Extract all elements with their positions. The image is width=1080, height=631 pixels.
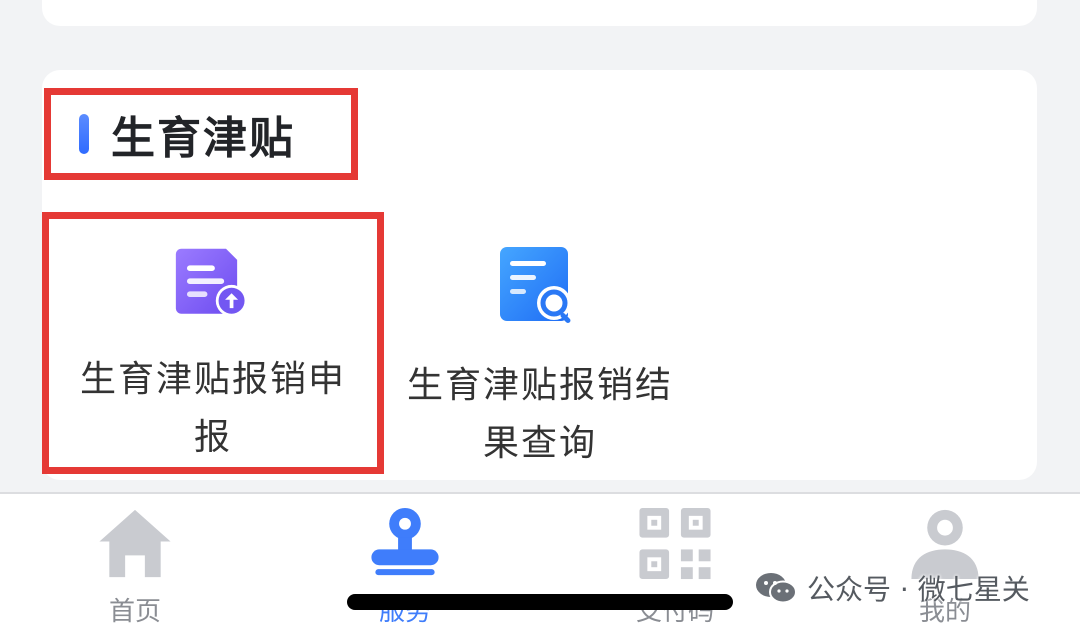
service-maternity-allowance-apply[interactable]: 生育津贴报销申报: [42, 212, 384, 474]
home-indicator[interactable]: [347, 594, 733, 610]
watermark-text: 公众号 · 微七星关: [807, 573, 1030, 606]
wechat-icon: [756, 573, 797, 604]
stamp-icon: [371, 507, 439, 576]
title-accent-bar: [79, 114, 89, 154]
section-title: 生育津贴: [111, 113, 295, 164]
watermark: 公众号 · 微七星关: [755, 566, 1030, 610]
previous-card: [42, 0, 1037, 26]
bottom-tab-bar: 首页 服务 支付码 我的: [0, 492, 1080, 631]
tab-label: 首页: [108, 597, 161, 627]
service-label: 生育津贴报销结果查询: [406, 365, 673, 464]
service-label: 生育津贴报销申报: [79, 359, 346, 458]
document-upload-icon: [175, 248, 248, 317]
section-title-highlight: 生育津贴: [44, 88, 358, 180]
app-screen: 生育津贴 生育津贴报销申报 生育津贴报销结果查询 首页 服务 支付码 我的 公众…: [0, 0, 1080, 631]
tab-home[interactable]: 首页: [35, 504, 235, 628]
home-icon: [99, 509, 171, 578]
qr-code-icon: [639, 507, 711, 580]
service-maternity-allowance-query[interactable]: 生育津贴报销结果查询: [370, 212, 710, 474]
document-search-icon: [500, 247, 571, 323]
